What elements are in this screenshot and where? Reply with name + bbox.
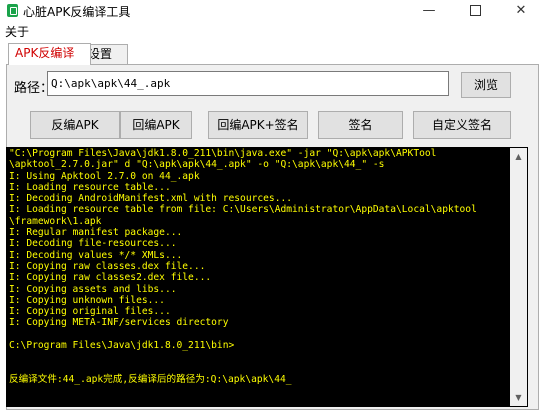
console-output[interactable]: "C:\Program Files\Java\jdk1.8.0_211\bin\… <box>6 147 528 407</box>
console-text: "C:\Program Files\Java\jdk1.8.0_211\bin\… <box>9 148 509 385</box>
title-bar: 心脏APK反编译工具 — ✕ <box>0 0 544 22</box>
browse-button[interactable]: 浏览 <box>461 72 511 98</box>
maximize-button[interactable] <box>452 0 498 22</box>
scroll-up-icon[interactable]: ▲ <box>510 148 527 165</box>
console-line: C:\Program Files\Java\jdk1.8.0_211\bin> <box>9 340 235 352</box>
close-button[interactable]: ✕ <box>498 0 544 22</box>
console-line: \framework\1.apk <box>9 215 102 227</box>
custom-sign-button[interactable]: 自定义签名 <box>413 111 511 139</box>
recompile-sign-button[interactable]: 回编APK+签名 <box>208 111 308 139</box>
minimize-button[interactable]: — <box>406 0 452 22</box>
tab-apk-decompile[interactable]: APK反编译 <box>8 43 91 65</box>
menu-about[interactable]: 关于 <box>5 23 29 40</box>
console-line: "C:\Program Files\Java\jdk1.8.0_211\bin\… <box>9 148 437 159</box>
menu-bar: 关于 <box>0 22 544 40</box>
console-line: I: Using Apktool 2.7.0 on 44_.apk <box>9 170 200 182</box>
console-line: I: Copying META-INF/services directory <box>9 317 229 329</box>
console-line: I: Copying original files... <box>9 306 171 318</box>
console-line: I: Copying unknown files... <box>9 294 165 306</box>
recompile-apk-button[interactable]: 回编APK <box>120 111 192 139</box>
path-input[interactable]: Q:\apk\apk\44_.apk <box>47 71 449 96</box>
console-line: I: Loading resource table from file: C:\… <box>9 204 477 216</box>
console-line: I: Copying assets and libs... <box>9 283 177 295</box>
console-line: I: Copying raw classes.dex file... <box>9 260 206 272</box>
scroll-down-icon[interactable]: ▼ <box>510 389 527 406</box>
console-line: \apktool_2.7.0.jar" d "Q:\apk\apk\44_.ap… <box>9 159 385 171</box>
maximize-icon <box>469 5 481 16</box>
console-line: I: Loading resource table... <box>9 181 171 193</box>
console-line: I: Decoding file-resources... <box>9 238 177 250</box>
decompile-apk-button[interactable]: 反编APK <box>30 111 120 139</box>
console-line: 反编译文件:44_.apk完成,反编译后的路径为:Q:\apk\apk\44_ <box>9 373 292 385</box>
sign-button[interactable]: 签名 <box>318 111 403 139</box>
console-line: I: Decoding values */* XMLs... <box>9 249 183 261</box>
console-line: I: Decoding AndroidManifest.xml with res… <box>9 193 293 205</box>
console-line: I: Regular manifest package... <box>9 227 183 239</box>
app-icon <box>7 4 18 17</box>
window-title: 心脏APK反编译工具 <box>23 5 131 19</box>
console-line: I: Copying raw classes2.dex file... <box>9 272 212 284</box>
console-scrollbar[interactable]: ▲ ▼ <box>510 148 527 406</box>
